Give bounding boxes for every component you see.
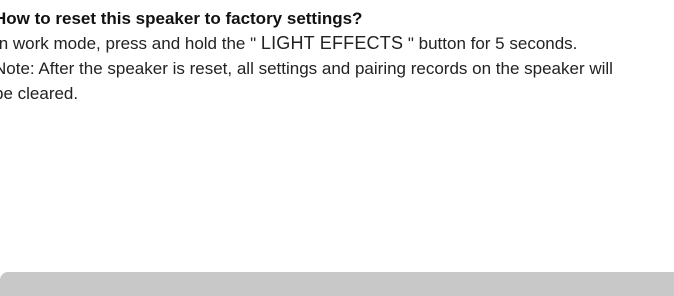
faq-note-line-1: Note: After the speaker is reset, all se… xyxy=(0,59,613,78)
faq-answer: In work mode, press and hold the " LIGHT… xyxy=(0,31,674,56)
faq-note-line-2: be cleared. xyxy=(0,84,79,103)
faq-question: How to reset this speaker to factory set… xyxy=(0,9,363,28)
answer-suffix: " button for 5 seconds. xyxy=(403,34,578,53)
faq-section: How to reset this speaker to factory set… xyxy=(0,6,674,106)
button-name: LIGHT EFFECTS xyxy=(260,33,404,53)
answer-prefix: In work mode, press and hold the " xyxy=(0,34,261,53)
bottom-panel xyxy=(0,272,674,296)
